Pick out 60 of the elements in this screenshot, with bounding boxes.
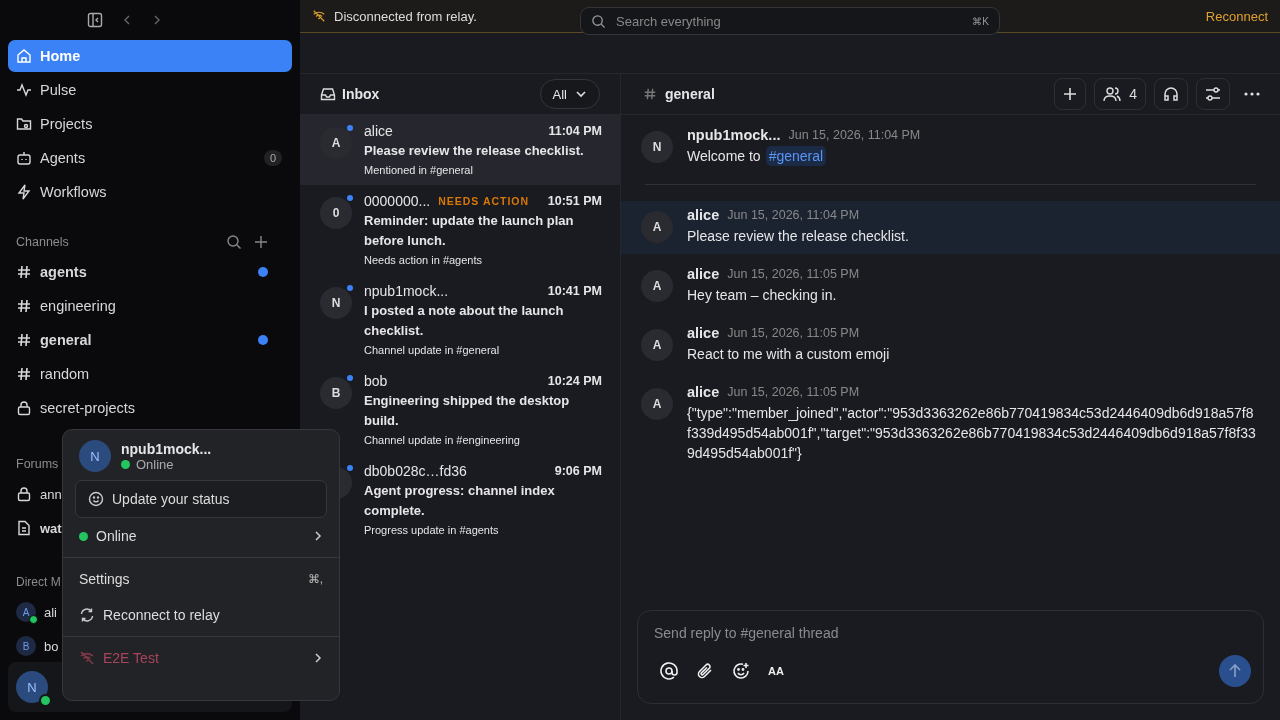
message-preview: I posted a note about the launch checklist. xyxy=(364,302,565,340)
message-text: {"type":"member_joined","actor":"953d3363262e86b770419834c53d2446409db6d918a57f8f339d495d54ab001f","target":"953d3363262e86b770419834c53d2446409db6d918a57f8f339d495d54ab001f"} xyxy=(687,404,1256,463)
timestamp: Jun 15, 2026, 11:04 PM xyxy=(788,128,921,142)
author-name: npub1mock... xyxy=(687,127,781,143)
banner-text: Disconnected from relay. xyxy=(334,8,477,24)
avatar: A xyxy=(641,388,673,420)
message-preview: Please review the release checklist. xyxy=(364,142,585,160)
message-preview: Reminder: update the launch plan before lunch. xyxy=(364,212,575,250)
sender-name: bob xyxy=(364,373,388,389)
context-text: Mentioned in #general xyxy=(364,164,474,176)
sender-name: db0b028c…fd36 xyxy=(364,463,467,479)
timestamp: Jun 15, 2026, 11:05 PM xyxy=(727,267,860,281)
avatar: B xyxy=(320,377,352,409)
avatar: N xyxy=(16,671,48,703)
shortcut-hint: ⌘K xyxy=(972,15,989,27)
author-name: alice xyxy=(687,207,720,223)
inbox-title: Inbox xyxy=(342,86,381,102)
avatar: N xyxy=(79,440,111,472)
message-preview: Agent progress: channel index complete. xyxy=(364,482,556,520)
context-text: Channel update in #general xyxy=(364,344,501,356)
message-text: Please review the release checklist. xyxy=(687,227,909,246)
sender-name: alice xyxy=(364,123,393,139)
author-name: alice xyxy=(687,266,720,282)
timestamp: 10:51 PM xyxy=(547,194,602,208)
count-badge: 0 xyxy=(263,150,282,166)
channel-title: general xyxy=(665,86,716,102)
message-text: Hey team – checking in. xyxy=(687,286,837,305)
shortcut-hint: ⌘, xyxy=(307,572,323,586)
avatar: A xyxy=(641,329,673,361)
timestamp: 10:24 PM xyxy=(547,374,602,388)
section-heading: Forums xyxy=(16,457,59,471)
avatar: A xyxy=(641,270,673,302)
context-text: Channel update in #engineering xyxy=(364,434,521,446)
timestamp: 10:41 PM xyxy=(547,284,602,298)
status-tag: NEEDS ACTION xyxy=(438,195,530,207)
timestamp: Jun 15, 2026, 11:05 PM xyxy=(727,326,860,340)
message-text: React to me with a custom emoji xyxy=(687,345,890,364)
avatar: N xyxy=(641,131,673,163)
context-text: Needs action in #agents xyxy=(364,254,484,266)
avatar: A xyxy=(320,127,352,159)
avatar: N xyxy=(320,287,352,319)
avatar: A xyxy=(641,211,673,243)
section-heading: Channels xyxy=(16,235,70,249)
author-name: alice xyxy=(687,325,720,341)
avatar: 0 xyxy=(320,197,352,229)
avatar: B xyxy=(16,636,36,656)
timestamp: Jun 15, 2026, 11:04 PM xyxy=(727,208,860,222)
message-text: Welcome to xyxy=(687,147,761,166)
sender-name: 0000000... xyxy=(364,193,431,209)
status-text: Online xyxy=(136,456,174,472)
author-name: alice xyxy=(687,384,720,400)
timestamp: 9:06 PM xyxy=(554,464,602,478)
user-name: npub1mock... xyxy=(121,440,212,457)
avatar: A xyxy=(16,602,36,622)
context-text: Progress update in #agents xyxy=(364,524,500,536)
timestamp: 11:04 PM xyxy=(548,124,602,138)
message-preview: Engineering shipped the desktop build. xyxy=(364,392,571,430)
sender-name: npub1mock... xyxy=(364,283,449,299)
section-heading: Direct M xyxy=(16,575,61,589)
timestamp: Jun 15, 2026, 11:05 PM xyxy=(727,385,860,399)
